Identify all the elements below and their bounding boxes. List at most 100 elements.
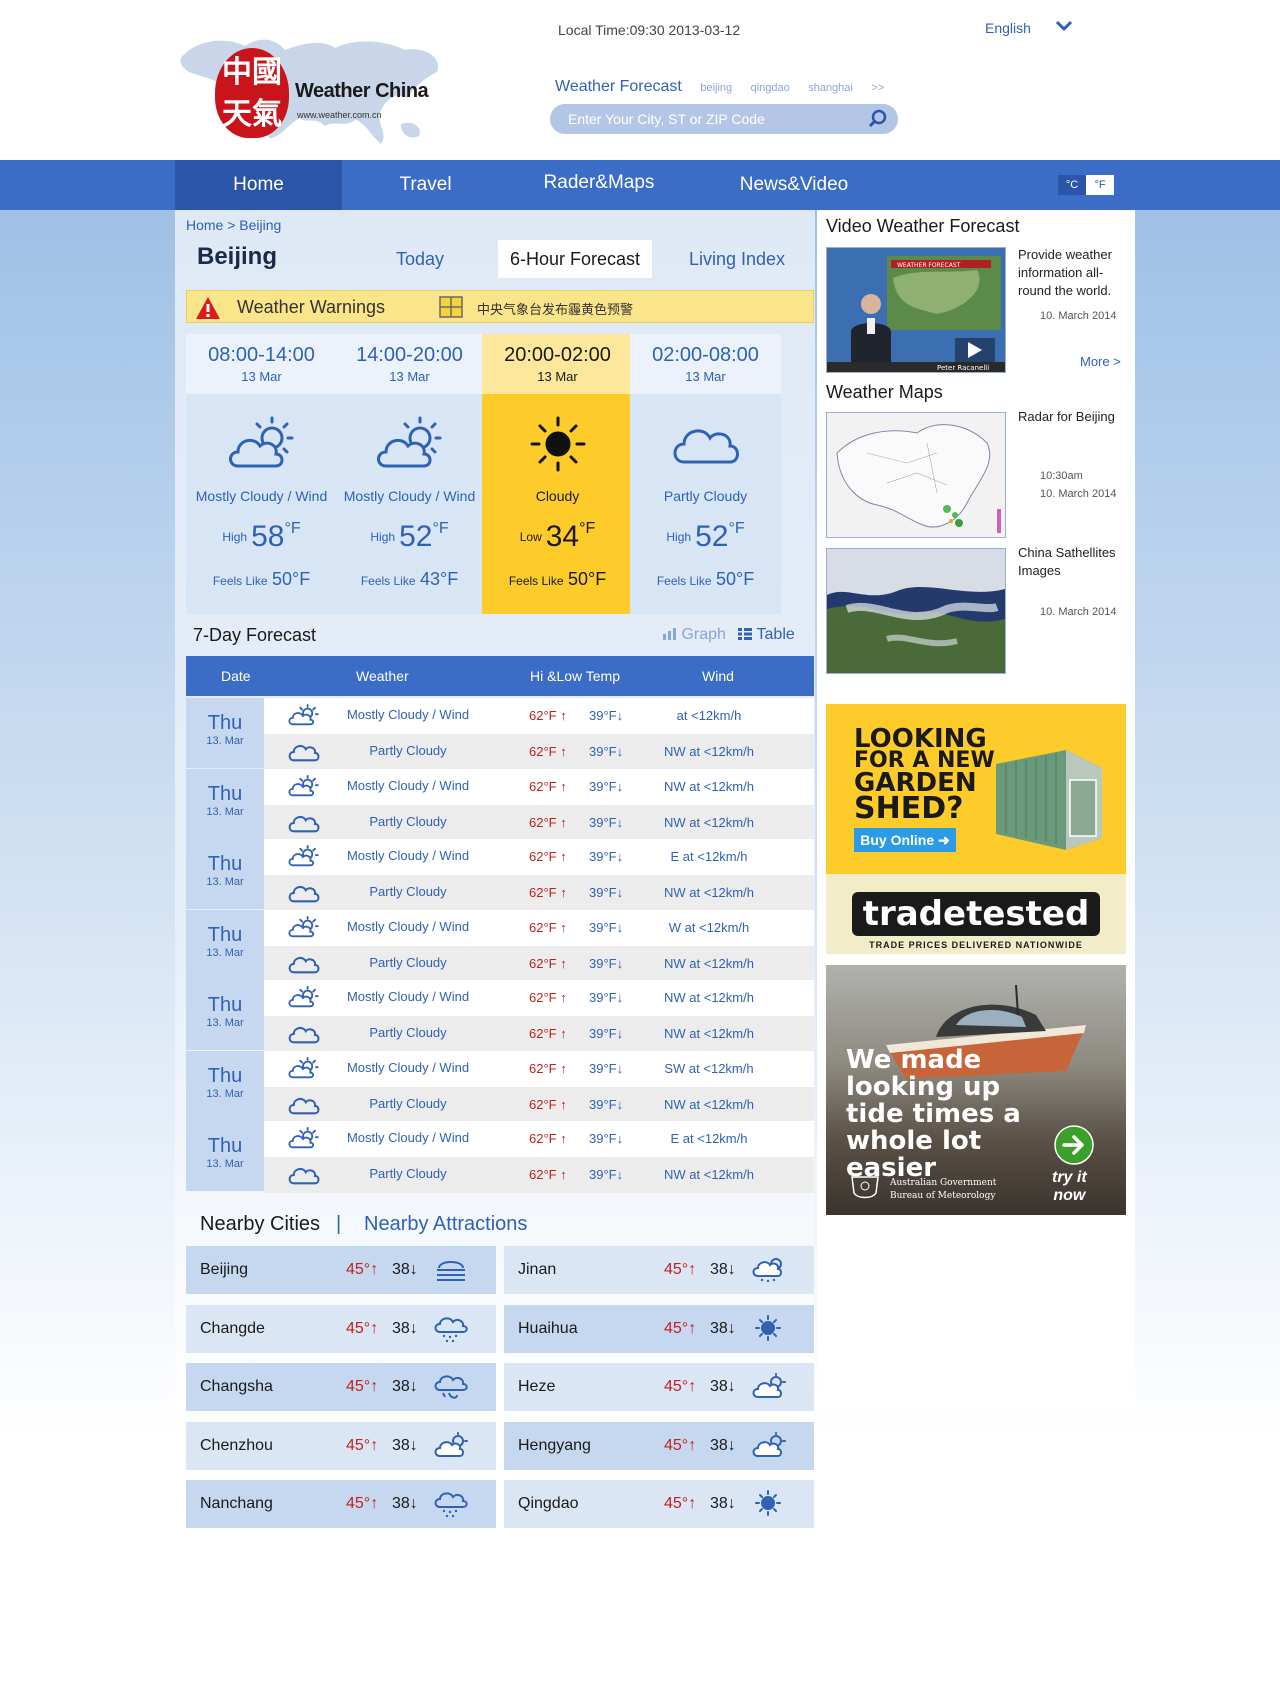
radar-map-thumbnail[interactable] <box>826 412 1006 538</box>
quick-city-link[interactable]: beijing <box>700 82 732 94</box>
card-condition: Cloudy <box>535 488 580 504</box>
celsius-toggle[interactable]: °C <box>1058 175 1086 195</box>
day-name: Thu <box>207 923 243 946</box>
forecast-card[interactable]: 14:00-20:00 13 Mar Mostly Cloudy / Wind … <box>334 334 485 614</box>
search-input[interactable] <box>568 109 858 129</box>
nearby-city-row[interactable]: Huaihua 45°↑ 38↓ <box>504 1304 814 1353</box>
day-forecast-row[interactable]: Thu 13. Mar Mostly Cloudy / Wind 62°F ↑ 39°F… <box>186 839 814 911</box>
nearby-city-row[interactable]: Changsha 45°↑ 38↓ <box>186 1363 496 1411</box>
forecast-period-row: Mostly Cloudy / Wind 62°F ↑ 39°F↓ NW at <12… <box>264 768 814 805</box>
weather-text: Mostly Cloudy / Wind <box>346 989 470 1004</box>
weather-text: Partly Cloudy <box>369 1025 447 1040</box>
tab-living-index[interactable]: Living Index <box>670 240 804 278</box>
day-forecast-row[interactable]: Thu 13. Mar Mostly Cloudy / Wind 62°F ↑ 39°F… <box>186 698 814 770</box>
nearby-attractions-tab[interactable]: Nearby Attractions <box>364 1213 527 1236</box>
nav-item-home[interactable]: Home <box>175 160 342 210</box>
city-high-temp: 45°↑ <box>346 1378 379 1395</box>
tab-today[interactable]: Today <box>360 240 480 278</box>
tide-times-ad[interactable]: We made looking up tide times a whole lo… <box>826 965 1126 1215</box>
mostly-cloudy-icon <box>288 1056 319 1078</box>
sun-cloud-icon <box>434 1431 468 1457</box>
city-name: Beijing <box>200 1261 249 1278</box>
nearby-city-row[interactable]: Qingdao 45°↑ 38↓ <box>504 1480 814 1528</box>
low-temp: 39°F↓ <box>589 955 624 971</box>
garden-shed-ad[interactable]: LOOKING FOR A NEW GARDEN SHED? Buy Onlin… <box>826 704 1126 954</box>
quick-city-link[interactable]: shanghai <box>808 82 853 94</box>
forecast-card[interactable]: 02:00-08:00 13 Mar Partly Cloudy High 52°… <box>630 334 781 614</box>
logo[interactable]: 中國天氣 Weather China www.weather.com.cn <box>175 18 447 160</box>
mostly-cloudy-icon <box>377 416 442 468</box>
card-condition: Mostly Cloudy / Wind <box>195 488 328 504</box>
card-temperature: Low 34°F <box>519 520 596 553</box>
day-label: Thu 13. Mar <box>186 839 264 909</box>
card-header: 02:00-08:00 13 Mar <box>630 334 781 394</box>
day-label: Thu 13. Mar <box>186 1050 264 1121</box>
seven-day-title: 7-Day Forecast <box>193 625 317 645</box>
breadcrumb[interactable]: Home > Beijing <box>186 217 281 233</box>
more-videos-link[interactable]: More > <box>1080 354 1121 369</box>
nav-item-radar-maps[interactable]: Rader&Maps <box>509 160 689 210</box>
day-forecast-row[interactable]: Thu 13. Mar Mostly Cloudy / Wind 62°F ↑ 39°F… <box>186 1050 814 1123</box>
day-name: Thu <box>207 853 243 875</box>
city-name: Changde <box>200 1319 265 1337</box>
day-forecast-row[interactable]: Thu 13. Mar Mostly Cloudy / Wind 62°F ↑ 39°F… <box>186 909 814 982</box>
forecast-card-selected[interactable]: 20:00-02:00 13 Mar Cloudy Low 34°F Feels … <box>482 334 633 614</box>
table-view-button[interactable]: Table <box>738 626 795 643</box>
day-forecast-row[interactable]: Thu 13. Mar Mostly Cloudy / Wind 62°F ↑ 39°F… <box>186 1121 814 1193</box>
arrow-right-icon[interactable] <box>1054 1125 1094 1165</box>
cloud-icon <box>288 1167 320 1185</box>
quick-city-link[interactable]: qingdao <box>751 82 790 94</box>
nav-item-news-video[interactable]: News&Video <box>709 160 879 210</box>
day-forecast-row[interactable]: Thu 13. Mar Mostly Cloudy / Wind 62°F ↑ 39°F… <box>186 768 814 841</box>
low-temp: 39°F↓ <box>589 849 624 864</box>
high-temp: 62°F ↑ <box>529 990 567 1005</box>
nearby-city-row[interactable]: Chenzhou 45°↑ 38↓ <box>186 1421 496 1470</box>
day-forecast-row[interactable]: Thu 13. Mar Mostly Cloudy / Wind 62°F ↑ 39°F… <box>186 980 814 1052</box>
wind-cloud-icon <box>434 1375 468 1399</box>
tradetested-logo: tradetested <box>852 892 1100 936</box>
city-low-temp: 38↓ <box>392 1495 418 1512</box>
sun-cloud-rain-icon <box>752 1258 782 1283</box>
nearby-cities-tab[interactable]: Nearby Cities <box>200 1213 320 1236</box>
main-nav: Home Travel Rader&Maps News&Video °C °F <box>0 160 1280 210</box>
nearby-city-row[interactable]: Jinan 45°↑ 38↓ <box>504 1246 814 1294</box>
language-selector[interactable]: English <box>985 20 1031 36</box>
nearby-city-row[interactable]: Changde 45°↑ 38↓ <box>186 1304 496 1353</box>
sun-icon <box>755 1490 781 1516</box>
card-temperature: High 52°F <box>666 520 745 553</box>
nav-item-travel[interactable]: Travel <box>342 160 509 210</box>
graph-view-button[interactable]: Graph <box>663 626 730 643</box>
wind-text: W at <12km/h <box>668 919 750 935</box>
nearby-city-row[interactable]: Hengyang 45°↑ 38↓ <box>504 1421 814 1470</box>
satellite-thumbnail[interactable] <box>826 548 1006 674</box>
day-date: 13. Mar <box>206 735 244 747</box>
rain-cloud-icon <box>434 1316 468 1342</box>
mostly-cloudy-icon <box>288 704 319 726</box>
weather-warning-bar[interactable]: Weather Warnings 中央气象台发布霾黄色预警 <box>186 290 814 323</box>
try-it-now-link[interactable]: try it now <box>1052 1169 1087 1205</box>
city-name: Changsha <box>200 1378 273 1395</box>
fahrenheit-toggle[interactable]: °F <box>1086 175 1114 195</box>
nearby-city-row[interactable]: Heze 45°↑ 38↓ <box>504 1363 814 1411</box>
city-name: Heze <box>518 1378 556 1395</box>
page-title: Beijing <box>197 243 278 270</box>
local-time: Local Time:09:30 2013-03-12 <box>558 22 741 38</box>
search-icon[interactable] <box>868 109 888 129</box>
weather-text: Mostly Cloudy / Wind <box>346 848 470 863</box>
graph-label: Graph <box>681 626 726 643</box>
buy-online-button[interactable]: Buy Online ➜ <box>854 828 956 852</box>
cloud-icon <box>288 885 320 903</box>
table-label: Table <box>756 626 795 643</box>
day-name: Thu <box>207 994 243 1016</box>
city-low-temp: 38↓ <box>392 1436 418 1454</box>
more-cities-link[interactable]: >> <box>871 82 884 94</box>
nearby-city-row[interactable]: Beijing 45°↑ 38↓ <box>186 1246 496 1294</box>
radar-map-graphic <box>827 413 1005 537</box>
ad-headline: LOOKING FOR A NEW GARDEN SHED? <box>854 724 995 826</box>
nearby-city-row[interactable]: Nanchang 45°↑ 38↓ <box>186 1480 496 1528</box>
chevron-down-icon[interactable] <box>1054 16 1074 36</box>
video-overlay-text: WEATHER FORECAST <box>897 262 961 269</box>
forecast-card[interactable]: 08:00-14:00 13 Mar Mostly Cloudy / Wind … <box>186 334 337 614</box>
video-thumbnail[interactable]: WEATHER FORECAST Peter Racanelli <box>826 247 1006 373</box>
tab-6-hour-forecast[interactable]: 6-Hour Forecast <box>498 240 652 278</box>
